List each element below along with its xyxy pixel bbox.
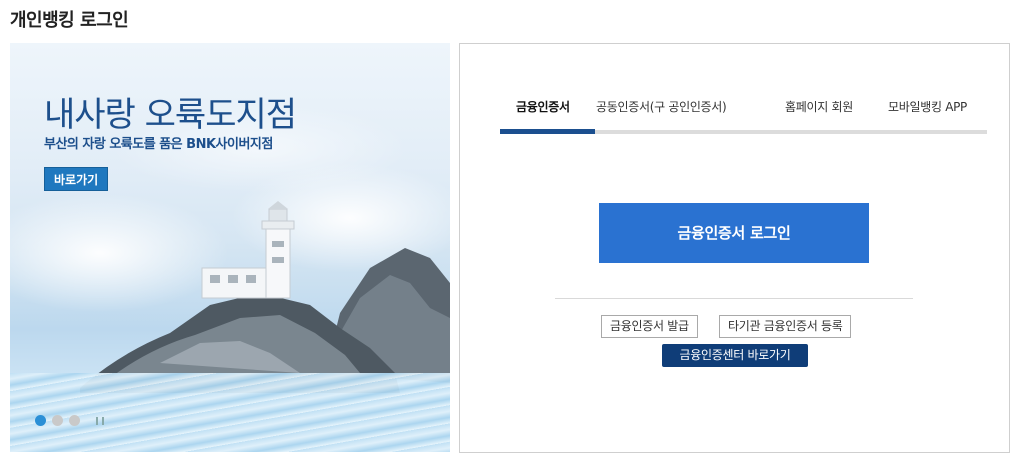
register-other-certificate-button[interactable]: 타기관 금융인증서 등록	[719, 315, 852, 338]
slide-dot-2[interactable]	[52, 415, 63, 426]
banner-title: 내사랑 오륙도지점	[44, 95, 297, 135]
certificate-center-button[interactable]: 금융인증센터 바로가기	[662, 344, 808, 367]
banner-subtitle: 부산의 자랑 오륙도를 품은 BNK사이버지점	[44, 137, 273, 152]
financial-certificate-login-button[interactable]: 금융인증서 로그인	[599, 203, 869, 263]
banner-go-button[interactable]: 바로가기	[44, 167, 109, 191]
slide-dot-3[interactable]	[69, 415, 80, 426]
promo-banner[interactable]: 내사랑 오륙도지점 부산의 자랑 오륙도를 품은 BNK사이버지점 바로가기	[10, 43, 450, 452]
pause-icon[interactable]	[96, 416, 104, 425]
tab-active-indicator	[500, 129, 595, 134]
login-tabs: 금융인증서 공동인증서(구 공인인증서) 홈페이지 회원 모바일뱅킹 APP	[500, 84, 987, 134]
page-title: 개인뱅킹 로그인	[10, 10, 129, 31]
sea-decoration	[10, 373, 450, 452]
tab-homepage-member[interactable]: 홈페이지 회원	[785, 98, 853, 115]
slide-dot-1[interactable]	[35, 415, 46, 426]
tab-financial-certificate[interactable]: 금융인증서	[516, 98, 570, 115]
tab-joint-certificate[interactable]: 공동인증서(구 공인인증서)	[596, 98, 727, 115]
login-panel: 금융인증서 공동인증서(구 공인인증서) 홈페이지 회원 모바일뱅킹 APP 금…	[459, 43, 1010, 453]
tab-mobile-banking-app[interactable]: 모바일뱅킹 APP	[888, 98, 967, 115]
issue-certificate-button[interactable]: 금융인증서 발급	[601, 315, 698, 338]
slide-indicator	[35, 415, 104, 426]
divider	[555, 298, 913, 299]
